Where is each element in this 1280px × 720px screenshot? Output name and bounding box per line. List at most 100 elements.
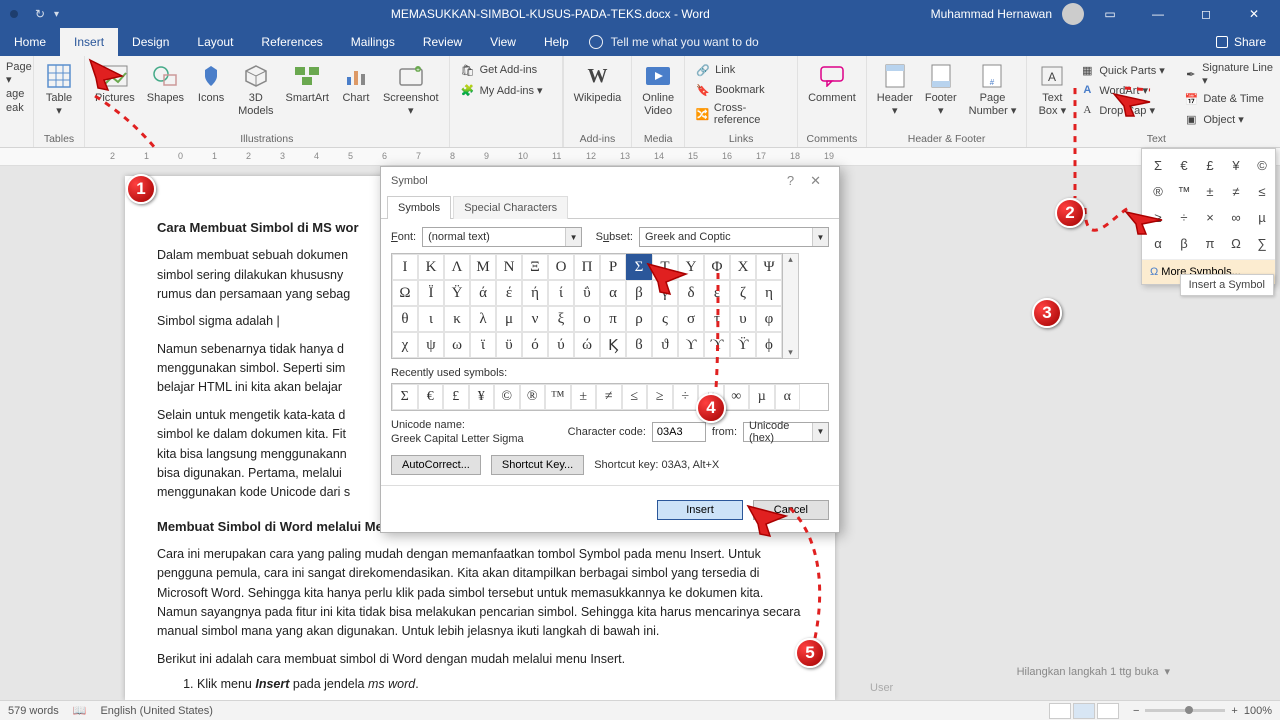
zoom-level[interactable]: 100% — [1244, 705, 1272, 717]
link-button[interactable]: 🔗Link — [691, 60, 791, 80]
symbol-cell[interactable]: ϓ — [704, 332, 730, 358]
symbol-cell[interactable]: ϊ — [470, 332, 496, 358]
flyout-symbol[interactable]: ≠ — [1224, 179, 1248, 203]
blank-page-button[interactable]: age — [6, 87, 27, 101]
symbol-cell[interactable]: μ — [496, 306, 522, 332]
user-name[interactable]: Muhammad Hernawan — [931, 7, 1052, 21]
font-combobox[interactable]: (normal text)▼ — [422, 227, 582, 247]
symbol-cell[interactable]: Ϋ — [444, 280, 470, 306]
symbol-cell[interactable]: κ — [444, 306, 470, 332]
symbol-cell[interactable]: ο — [574, 306, 600, 332]
symbol-cell[interactable]: Ψ — [756, 254, 782, 280]
dialog-tab-special[interactable]: Special Characters — [453, 196, 568, 219]
screenshot-button[interactable]: +Screenshot▾ — [379, 60, 443, 120]
flyout-symbol[interactable]: ± — [1198, 179, 1222, 203]
symbol-cell[interactable]: Ϗ — [600, 332, 626, 358]
symbol-cell[interactable]: Φ — [704, 254, 730, 280]
flyout-symbol[interactable]: ≤ — [1250, 179, 1274, 203]
page-break-button[interactable]: eak — [6, 101, 27, 115]
header-button[interactable]: Header▾ — [873, 60, 917, 120]
shapes-button[interactable]: Shapes — [143, 60, 188, 120]
tab-home[interactable]: Home — [0, 28, 60, 56]
symbol-cell[interactable]: ω — [444, 332, 470, 358]
tab-help[interactable]: Help — [530, 28, 583, 56]
comment-button[interactable]: Comment — [804, 60, 860, 107]
quick-parts-button[interactable]: ▦Quick Parts ▾ — [1075, 60, 1175, 80]
symbol-cell[interactable]: Ϊ — [418, 280, 444, 306]
flyout-symbol[interactable]: ∑ — [1250, 231, 1274, 255]
symbol-cell[interactable]: ϑ — [652, 332, 678, 358]
flyout-symbol[interactable]: Σ — [1146, 153, 1170, 177]
user-avatar[interactable] — [1062, 3, 1084, 25]
flyout-symbol[interactable]: ¥ — [1224, 153, 1248, 177]
symbol-cell[interactable]: α — [600, 280, 626, 306]
symbol-cell[interactable]: χ — [392, 332, 418, 358]
redo-button[interactable]: ↻ — [32, 6, 48, 22]
symbol-cell[interactable]: ς — [652, 306, 678, 332]
symbol-cell[interactable]: ι — [418, 306, 444, 332]
symbol-cell[interactable]: ϋ — [496, 332, 522, 358]
recent-symbol[interactable]: ¥ — [469, 384, 495, 410]
tab-insert[interactable]: Insert — [60, 28, 118, 56]
symbol-cell[interactable]: λ — [470, 306, 496, 332]
smartart-button[interactable]: SmartArt — [282, 60, 333, 120]
get-addins-button[interactable]: 🛍Get Add-ins — [456, 60, 556, 80]
tab-layout[interactable]: Layout — [183, 28, 247, 56]
symbol-cell[interactable]: Ω — [392, 280, 418, 306]
symbol-cell[interactable]: ϕ — [756, 332, 782, 358]
recent-symbol[interactable]: ≥ — [647, 384, 673, 410]
symbol-cell[interactable]: Ι — [392, 254, 418, 280]
flyout-symbol[interactable]: € — [1172, 153, 1196, 177]
symbol-cell[interactable]: η — [756, 280, 782, 306]
recent-symbol[interactable]: £ — [443, 384, 469, 410]
flyout-symbol[interactable]: Ω — [1224, 231, 1248, 255]
symbol-cell[interactable]: Μ — [470, 254, 496, 280]
symbol-cell[interactable]: ψ — [418, 332, 444, 358]
symbol-cell[interactable]: ξ — [548, 306, 574, 332]
online-video-button[interactable]: Online Video — [638, 60, 678, 120]
flyout-symbol[interactable]: £ — [1198, 153, 1222, 177]
symbol-cell[interactable]: ζ — [730, 280, 756, 306]
symbol-cell[interactable]: Ξ — [522, 254, 548, 280]
share-button[interactable]: Share — [1202, 28, 1280, 56]
symbol-cell[interactable]: ρ — [626, 306, 652, 332]
symbol-cell[interactable]: ε — [704, 280, 730, 306]
page-number-button[interactable]: #Page Number ▾ — [965, 60, 1021, 120]
minimize-button[interactable]: — — [1136, 0, 1180, 28]
3d-models-button[interactable]: 3D Models — [234, 60, 277, 120]
flyout-symbol[interactable]: ™ — [1172, 179, 1196, 203]
symbol-cell[interactable]: υ — [730, 306, 756, 332]
tab-view[interactable]: View — [476, 28, 530, 56]
cover-page-button[interactable]: Page ▾ — [6, 60, 27, 87]
flyout-symbol[interactable]: β — [1172, 231, 1196, 255]
recent-symbol[interactable]: ® — [520, 384, 546, 410]
zoom-out-button[interactable]: − — [1133, 705, 1139, 717]
recent-symbol[interactable]: α — [775, 384, 801, 410]
symbol-cell[interactable]: ϐ — [626, 332, 652, 358]
flyout-symbol[interactable]: × — [1198, 205, 1222, 229]
flyout-symbol[interactable]: µ — [1250, 205, 1274, 229]
tab-references[interactable]: References — [247, 28, 336, 56]
symbol-cell[interactable]: ν — [522, 306, 548, 332]
flyout-symbol[interactable]: π — [1198, 231, 1222, 255]
object-button[interactable]: ▣Object ▾ — [1179, 109, 1279, 129]
tell-me-search[interactable]: Tell me what you want to do — [589, 28, 759, 56]
from-combobox[interactable]: Unicode (hex)▼ — [743, 422, 829, 442]
symbol-cell[interactable]: Ο — [548, 254, 574, 280]
symbol-cell[interactable]: φ — [756, 306, 782, 332]
autocorrect-button[interactable]: AutoCorrect... — [391, 455, 481, 475]
dialog-close-button[interactable]: ✕ — [802, 173, 829, 188]
symbol-cell[interactable]: σ — [678, 306, 704, 332]
tab-review[interactable]: Review — [409, 28, 476, 56]
print-layout-button[interactable] — [1073, 703, 1095, 719]
recent-symbol[interactable]: € — [418, 384, 444, 410]
maximize-button[interactable]: ◻ — [1184, 0, 1228, 28]
word-count[interactable]: 579 words — [8, 705, 59, 717]
symbol-cell[interactable]: Ν — [496, 254, 522, 280]
table-button[interactable]: Table▾ — [40, 60, 78, 120]
symbol-cell[interactable]: Π — [574, 254, 600, 280]
flyout-symbol[interactable]: © — [1250, 153, 1274, 177]
symbol-cell[interactable]: ϒ — [678, 332, 704, 358]
flyout-symbol[interactable]: ® — [1146, 179, 1170, 203]
symbol-cell[interactable]: ή — [522, 280, 548, 306]
